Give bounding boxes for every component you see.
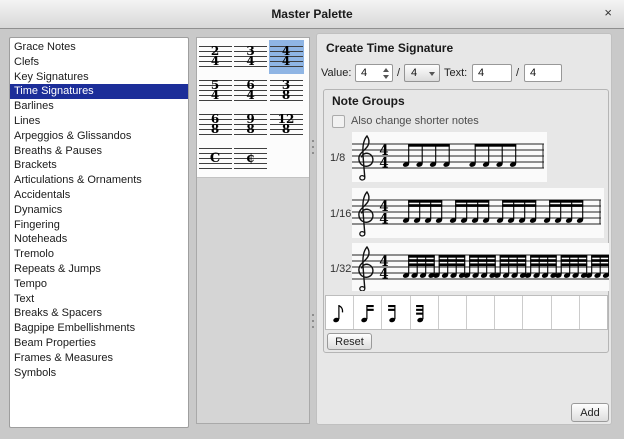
svg-text:4: 4 <box>379 211 388 227</box>
value-label: Value: <box>321 67 351 79</box>
sidebar-item[interactable]: Dynamics <box>10 203 188 218</box>
sidebar-item[interactable]: Barlines <box>10 99 188 114</box>
note-row-label: 1/32 <box>330 263 351 275</box>
palette-scroll-area[interactable]: 2434445464386898128C¢ <box>196 37 310 424</box>
palette-cell-2-4[interactable]: 24 <box>198 40 233 74</box>
note-groups-groupbox: Note Groups Also change shorter notes 1/… <box>323 89 609 353</box>
palette-cell-3-8[interactable]: 38 <box>269 74 304 108</box>
denominator-combobox-text: 4 <box>411 67 417 79</box>
note-groups-title: Note Groups <box>332 94 405 108</box>
sidebar-item[interactable]: Beam Properties <box>10 336 188 351</box>
sidebar-item[interactable]: Accidentals <box>10 188 188 203</box>
timesig-denominator: 4 <box>269 56 304 66</box>
palette-cell-cut-time[interactable]: ¢ <box>233 142 268 176</box>
sidebar-list: Grace NotesClefsKey SignaturesTime Signa… <box>9 37 189 428</box>
splitter-handle[interactable] <box>312 314 314 328</box>
sidebar-item[interactable]: Repeats & Jumps <box>10 262 188 277</box>
timesig-glyph: ¢ <box>233 142 268 175</box>
sixteenth-note-beams-left-icon[interactable] <box>411 296 439 329</box>
create-time-signature-panel: Create Time Signature Value: 4 / 4 Text:… <box>316 33 612 425</box>
add-button[interactable]: Add <box>571 403 609 422</box>
palette-cell-12-8[interactable]: 128 <box>269 108 304 142</box>
timesig-denominator: 4 <box>198 90 233 100</box>
checkbox-label: Also change shorter notes <box>351 115 479 127</box>
palette-cell-common-time[interactable]: C <box>198 142 233 176</box>
svg-text:4: 4 <box>379 266 388 282</box>
sidebar-item[interactable]: Text <box>10 292 188 307</box>
empty-beam-cell[interactable] <box>467 296 495 329</box>
timesig-denominator: 4 <box>233 56 268 66</box>
sidebar-item[interactable]: Grace Notes <box>10 40 188 55</box>
sidebar-item[interactable]: Key Signatures <box>10 70 188 85</box>
sidebar-item[interactable]: Lines <box>10 114 188 129</box>
panel-title: Create Time Signature <box>326 41 453 55</box>
sidebar-item[interactable]: Breaks & Spacers <box>10 306 188 321</box>
timesig-denominator: 8 <box>269 124 304 134</box>
sidebar-item[interactable]: Tremolo <box>10 247 188 262</box>
svg-text:4: 4 <box>379 155 388 171</box>
timesig-denominator: 4 <box>198 56 233 66</box>
also-change-shorter-notes-checkbox[interactable] <box>332 115 345 128</box>
timesig-glyph: C <box>198 142 233 175</box>
palette-cell-9-8[interactable]: 98 <box>233 108 268 142</box>
splitter-handle[interactable] <box>312 140 314 154</box>
denominator-combobox[interactable]: 4 <box>404 64 440 82</box>
sidebar-item[interactable]: Symbols <box>10 366 188 381</box>
palette-cell-6-4[interactable]: 64 <box>233 74 268 108</box>
sidebar-item[interactable]: Frames & Measures <box>10 351 188 366</box>
sidebar-item[interactable]: Fingering <box>10 218 188 233</box>
sidebar-item[interactable]: Tempo <box>10 277 188 292</box>
sidebar-item[interactable]: Articulations & Ornaments <box>10 173 188 188</box>
eighth-note-beams-left-icon[interactable] <box>382 296 410 329</box>
window-title: Master Palette <box>0 7 624 21</box>
spinbox-arrows-icon[interactable] <box>383 65 389 81</box>
sixteenth-note-beams-right-icon[interactable] <box>354 296 382 329</box>
master-palette-window: Master Palette × Grace NotesClefsKey Sig… <box>0 0 624 439</box>
notation-row-eighth[interactable]: 44 <box>352 132 547 182</box>
text-label: Text: <box>444 67 467 79</box>
timesig-grid: 2434445464386898128C¢ <box>197 38 309 178</box>
notation-row-sixteenth[interactable]: 44 <box>352 188 604 238</box>
empty-beam-cell[interactable] <box>552 296 580 329</box>
note-row-label: 1/8 <box>330 152 345 164</box>
timesig-denominator: 8 <box>233 124 268 134</box>
close-icon[interactable]: × <box>604 6 612 20</box>
sidebar-item[interactable]: Brackets <box>10 158 188 173</box>
sidebar-item[interactable]: Breaths & Pauses <box>10 144 188 159</box>
text-denominator-input[interactable]: 4 <box>524 64 562 82</box>
slash-separator: / <box>397 67 400 79</box>
eighth-note-flag-icon[interactable] <box>326 296 354 329</box>
palette-cell-4-4[interactable]: 44 <box>269 40 304 74</box>
note-row-label: 1/16 <box>330 208 351 220</box>
value-spinbox[interactable]: 4 <box>355 64 393 82</box>
text-numerator-value: 4 <box>478 67 484 79</box>
palette-cell-3-4[interactable]: 34 <box>233 40 268 74</box>
sidebar-item[interactable]: Clefs <box>10 55 188 70</box>
timesig-denominator: 4 <box>233 90 268 100</box>
palette-cell-6-8[interactable]: 68 <box>198 108 233 142</box>
sidebar-item[interactable]: Bagpipe Embellishments <box>10 321 188 336</box>
empty-beam-cell[interactable] <box>580 296 607 329</box>
empty-beam-cell[interactable] <box>523 296 551 329</box>
sidebar-item[interactable]: Time Signatures <box>10 84 188 99</box>
timesig-denominator: 8 <box>198 124 233 134</box>
chevron-down-icon <box>429 72 435 76</box>
palette-cell-5-4[interactable]: 54 <box>198 74 233 108</box>
empty-beam-cell[interactable] <box>439 296 467 329</box>
text-numerator-input[interactable]: 4 <box>472 64 512 82</box>
value-spinbox-text: 4 <box>361 67 367 79</box>
titlebar[interactable]: Master Palette × <box>0 0 624 29</box>
sidebar-item[interactable]: Arpeggios & Glissandos <box>10 129 188 144</box>
notation-row-thirty-second[interactable]: 44 <box>352 243 609 291</box>
empty-beam-cell[interactable] <box>495 296 523 329</box>
beam-mode-toolbar <box>325 295 608 330</box>
timesig-denominator: 8 <box>269 90 304 100</box>
reset-button[interactable]: Reset <box>327 333 372 350</box>
text-denominator-value: 4 <box>530 67 536 79</box>
slash-separator: / <box>516 67 519 79</box>
sidebar-item[interactable]: Noteheads <box>10 232 188 247</box>
